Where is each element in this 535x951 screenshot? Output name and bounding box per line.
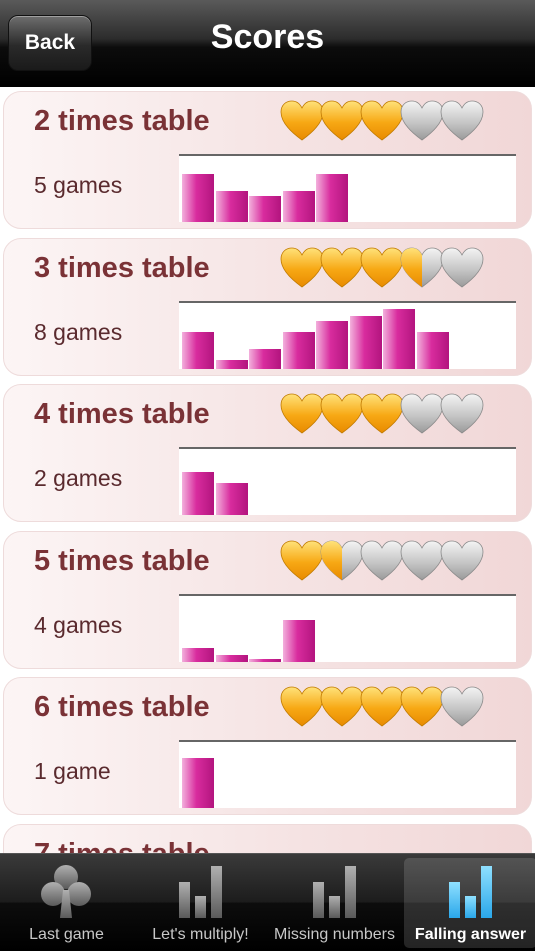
gold-heart-icon [320,100,364,141]
gold-heart-icon [280,540,324,580]
silver-heart-icon [440,393,484,434]
navigation-bar: Back Scores [0,0,535,87]
gold-heart-icon [280,393,324,434]
gold-heart-icon [280,100,324,141]
games-count: 8 games [34,318,123,345]
tab-let-s-multiply[interactable]: Let's multiply! [134,854,267,951]
score-bar [215,483,248,515]
games-count: 4 games [34,611,123,638]
score-card: 5 times table 4 games [3,530,532,669]
gold-heart-icon [320,247,364,287]
rating-hearts [280,686,484,730]
table-title: 2 times table [34,105,210,137]
table-title: 5 times table [34,544,210,577]
silver-heart-icon [400,100,444,141]
table-title: 4 times table [34,398,210,430]
score-bar [182,758,214,808]
tab-label: Last game [29,926,104,943]
club-icon [41,865,91,918]
score-bar [182,647,214,662]
score-bar [282,331,315,369]
page-title: Scores [210,18,325,56]
score-history-chart [179,740,516,808]
score-bar [416,331,449,369]
score-bar [249,348,281,369]
tab-label: Falling answer [414,926,527,943]
score-bar [249,196,281,222]
gold-heart-icon [360,247,404,287]
score-bar [215,654,248,662]
half-heart-icon [320,540,364,580]
table-title: 3 times table [34,251,210,284]
score-card: 3 times table 8 games [3,237,532,376]
tab-missing-numbers[interactable]: Missing numbers [268,854,401,951]
score-bar [182,174,214,222]
gold-heart-icon [360,393,404,434]
score-bar [215,359,248,369]
rating-hearts [280,540,484,584]
table-title: 7 times table [34,838,210,854]
score-history-chart [179,154,516,222]
score-history-chart [179,300,516,369]
rating-hearts [280,100,484,144]
gold-heart-icon [400,686,444,727]
silver-heart-icon [440,540,484,580]
tab-label: Missing numbers [274,926,395,943]
gold-heart-icon [320,393,364,434]
score-card: 7 times table [3,823,532,854]
score-bar [182,331,214,369]
score-bar [182,472,214,515]
gold-heart-icon [360,100,404,141]
score-card: 2 times table 5 games [3,91,532,229]
games-count: 5 games [34,172,123,198]
score-bar [316,320,348,369]
tab-last-game[interactable]: Last game [0,854,133,951]
score-bar [249,658,281,662]
tab-falling-answer[interactable]: Falling answer [404,858,535,948]
silver-heart-icon [360,540,404,580]
tab-bar: Last game Let's multiply! Missing numbers F… [0,853,535,951]
silver-heart-icon [440,686,484,727]
table-title: 6 times table [34,691,210,723]
gold-heart-icon [360,686,404,727]
gold-heart-icon [280,247,324,287]
score-card: 6 times table 1 game [3,677,532,815]
scores-list[interactable]: 2 times table 5 games 3 times table 8 games… [0,87,535,853]
score-bar [215,191,248,222]
bar-chart-icon [179,866,222,918]
rating-hearts [280,393,484,437]
half-heart-icon [400,247,444,287]
silver-heart-icon [440,100,484,141]
score-bar [349,315,382,369]
silver-heart-icon [440,247,484,287]
games-count: 2 games [34,465,123,491]
tab-label: Let's multiply! [152,926,249,943]
gold-heart-icon [280,686,324,727]
score-history-chart [179,593,516,662]
games-count: 1 game [34,758,111,784]
score-bar [383,308,415,369]
silver-heart-icon [400,540,444,580]
score-bar [282,619,315,662]
score-history-chart [179,447,516,515]
score-card: 4 times table 2 games [3,384,532,522]
bar-chart-icon [313,866,356,918]
gold-heart-icon [320,686,364,727]
silver-heart-icon [400,393,444,434]
rating-hearts [280,247,484,291]
bar-chart-icon [449,866,492,918]
score-bar [282,191,315,222]
score-bar [316,174,348,222]
